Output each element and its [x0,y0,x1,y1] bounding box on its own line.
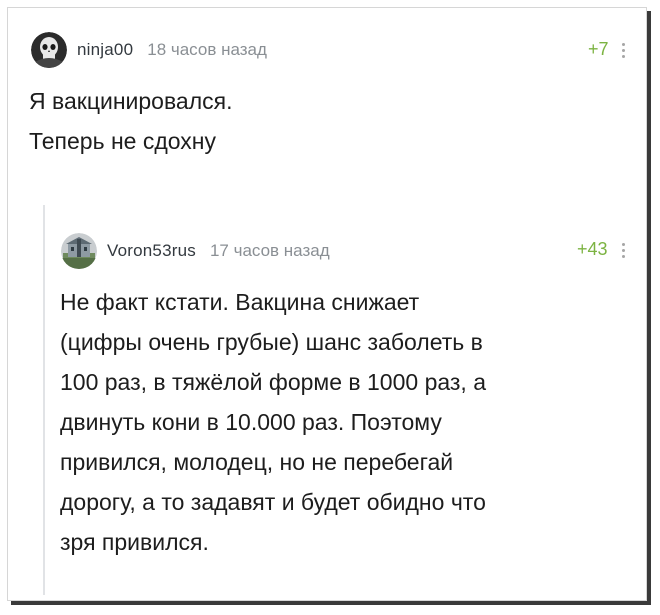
comment-body: Я вакцинировался. Теперь не сдохну [29,81,233,161]
reply-text-line: двинуть кони в 10.000 раз. Поэтому [60,409,442,435]
comments-card: ninja00 18 часов назад +7 Я вакцинировал… [7,7,647,601]
reply-text-line: зря привился. [60,529,209,555]
reply-body: Не факт кстати. Вакцина снижает (цифры о… [60,282,486,562]
reply-rating: +43 [577,239,608,259]
reply-text-line: привился, молодец, но не перебегай [60,449,454,475]
comment-rating: +7 [588,39,609,59]
comment-text-line: Я вакцинировался. [29,88,233,114]
comment-author[interactable]: ninja00 [77,40,133,60]
reply-text-line: 100 раз, в тяжёлой форме в 1000 раз, а [60,369,487,395]
thread-line[interactable] [43,205,45,595]
skull-avatar-icon[interactable] [31,32,67,68]
more-options-icon[interactable] [622,43,625,58]
comment-header: ninja00 18 часов назад [31,32,267,68]
reply-header: Voron53rus 17 часов назад [61,233,330,269]
comment-time[interactable]: 18 часов назад [147,40,267,60]
more-options-icon[interactable] [622,243,625,258]
comment-text-line: Теперь не сдохну [29,128,216,154]
reply-text-line: Не факт кстати. Вакцина снижает [60,289,420,315]
reply-time[interactable]: 17 часов назад [210,241,330,261]
reply-author[interactable]: Voron53rus [107,241,196,261]
reply-text-line: дорогу, а то задавят и будет обидно что [60,489,486,515]
reply-text-line: (цифры очень грубые) шанс заболеть в [60,329,483,355]
building-avatar-icon[interactable] [61,233,97,269]
